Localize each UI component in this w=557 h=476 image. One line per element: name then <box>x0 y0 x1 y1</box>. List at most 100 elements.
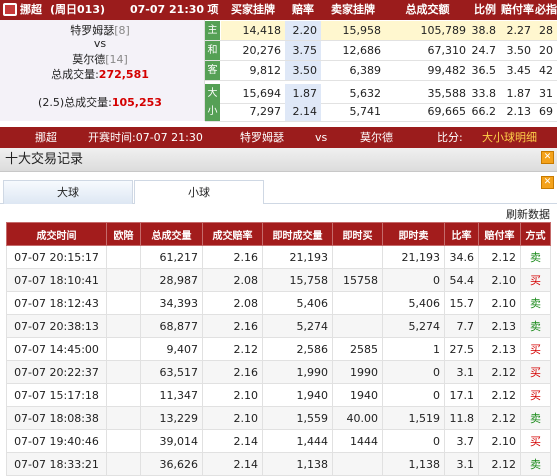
col-sell-listing: 卖家挂牌 <box>331 3 375 16</box>
header-trade-odds: 成交赔率 <box>202 222 263 246</box>
table-row: 07-07 18:08:38 13,229 2.10 1,559 40.00 1,519 1… <box>6 406 551 430</box>
cell-ratio: 15.7 <box>444 291 479 315</box>
match-code: (周日013) <box>50 3 106 16</box>
cell-euro-odds <box>106 383 141 407</box>
cell-total-volume: 61,217 <box>140 245 203 269</box>
section-header: 十大交易记录 ✕ <box>0 148 557 172</box>
ratio: 33.8 <box>471 87 497 100</box>
odds-value: 1.87 <box>285 84 321 103</box>
cell-instant-sell: 1,138 <box>382 452 445 476</box>
cell-trade-odds: 2.16 <box>202 245 263 269</box>
cell-payout: 2.12 <box>478 360 521 384</box>
away-team-name[interactable]: 莫尔德 <box>72 53 105 66</box>
tab-bar: 大球 小球 <box>0 180 557 204</box>
table-row: 07-07 19:40:46 39,014 2.14 1,444 1444 0 3.7 2.1… <box>6 429 551 453</box>
header-instant-buy: 即时买 <box>332 222 383 246</box>
total-volume: 35,588 <box>427 87 467 100</box>
cell-euro-odds <box>106 291 141 315</box>
odds-value: 2.14 <box>285 102 321 121</box>
cell-instant-buy <box>332 245 383 269</box>
cell-mode: 买 <box>520 268 551 292</box>
cell-instant-volume: 5,406 <box>262 291 333 315</box>
buy-listing: 15,694 <box>242 87 282 100</box>
sell-listing: 5,632 <box>349 87 382 100</box>
cell-ratio: 3.7 <box>444 429 479 453</box>
cell-time: 07-07 20:38:13 <box>6 314 107 338</box>
cell-time: 07-07 18:10:41 <box>6 268 107 292</box>
last-col: 20 <box>539 44 553 57</box>
header-mode: 方式 <box>520 222 551 246</box>
cell-instant-volume: 1,940 <box>262 383 333 407</box>
table-header-row: 成交时间 欧陪 总成交量 成交赔率 即时成交量 即时买 即时卖 比率 赔付率 方… <box>6 222 551 246</box>
cell-euro-odds <box>106 314 141 338</box>
vs-label: vs <box>93 37 107 50</box>
header-instant-volume: 即时成交量 <box>262 222 333 246</box>
sell-listing: 15,958 <box>321 21 385 40</box>
cell-instant-sell: 0 <box>382 383 445 407</box>
tab-under[interactable]: 小球 <box>134 180 264 204</box>
cell-ratio: 7.7 <box>444 314 479 338</box>
cell-trade-odds: 2.08 <box>202 291 263 315</box>
match-bar-detail-link[interactable]: 大小球明细 <box>482 127 537 148</box>
ratio: 24.7 <box>471 44 497 57</box>
header-euro-odds: 欧陪 <box>106 222 141 246</box>
cell-instant-volume: 5,274 <box>262 314 333 338</box>
league-name: 挪超 <box>20 3 42 16</box>
col-total-volume: 总成交额 <box>405 3 450 16</box>
cell-mode: 卖 <box>520 314 551 338</box>
header-instant-sell: 即时卖 <box>382 222 445 246</box>
collapse-icon[interactable]: ✕ <box>541 151 554 164</box>
cell-euro-odds <box>106 268 141 292</box>
cell-mode: 卖 <box>520 406 551 430</box>
cell-mode: 卖 <box>520 291 551 315</box>
league-flag-icon <box>3 3 17 16</box>
match-bar-away[interactable]: 莫尔德 <box>360 127 393 148</box>
cell-payout: 2.12 <box>478 452 521 476</box>
col-ratio: 比例 <box>474 3 496 16</box>
cell-instant-volume: 1,990 <box>262 360 333 384</box>
cell-instant-sell: 0 <box>382 268 445 292</box>
last-col: 42 <box>539 64 553 77</box>
cell-instant-buy <box>332 314 383 338</box>
cell-instant-sell: 21,193 <box>382 245 445 269</box>
total-volume: 105,789 <box>385 21 470 40</box>
match-datetime: 07-07 21:30 <box>130 3 205 16</box>
match-bar-home[interactable]: 特罗姆瑟 <box>240 127 284 148</box>
row-label: 主 <box>205 21 220 40</box>
match-bar-vs: vs <box>315 131 328 144</box>
refresh-link[interactable]: 刷新数据 <box>506 206 550 222</box>
col-odds: 赔率 <box>292 3 314 16</box>
ratio: 36.5 <box>471 64 497 77</box>
col-item: 项 <box>207 3 219 16</box>
header-payout: 赔付率 <box>478 222 521 246</box>
cell-euro-odds <box>106 337 141 361</box>
cell-time: 07-07 18:12:43 <box>6 291 107 315</box>
ratio: 66.2 <box>471 105 497 118</box>
cell-payout: 2.12 <box>478 383 521 407</box>
row-label: 客 <box>205 61 220 80</box>
cell-instant-buy: 1990 <box>332 360 383 384</box>
cell-time: 07-07 15:17:18 <box>6 383 107 407</box>
header-time: 成交时间 <box>6 222 107 246</box>
total-volume-label: 总成交量: <box>51 68 99 81</box>
odds-value: 3.50 <box>285 61 321 80</box>
row-label: 和 <box>205 41 220 60</box>
away-team-rank: [14] <box>105 53 128 66</box>
odds-row-over: 大 15,694 1.87 5,632 35,588 33.8 1.87 31 <box>205 84 557 104</box>
table-row: 07-07 15:17:18 11,347 2.10 1,940 1940 0 17.1 2.… <box>6 383 551 407</box>
total-volume-value: 272,581 <box>98 68 149 81</box>
cell-total-volume: 11,347 <box>140 383 203 407</box>
cell-instant-buy: 2585 <box>332 337 383 361</box>
cell-total-volume: 9,407 <box>140 337 203 361</box>
cell-trade-odds: 2.16 <box>202 360 263 384</box>
home-team-name[interactable]: 特罗姆瑟 <box>70 24 114 37</box>
total-volume: 99,482 <box>427 64 467 77</box>
top-header: 挪超 (周日013) 07-07 21:30 项 买家挂牌 赔率 卖家挂牌 总成… <box>0 0 557 20</box>
cell-total-volume: 68,877 <box>140 314 203 338</box>
tab-over[interactable]: 大球 <box>3 180 133 204</box>
cell-instant-volume: 2,586 <box>262 337 333 361</box>
handicap-volume-value: 105,253 <box>111 96 162 109</box>
cell-payout: 2.12 <box>478 406 521 430</box>
cell-ratio: 34.6 <box>444 245 479 269</box>
payout: 3.50 <box>506 44 532 57</box>
